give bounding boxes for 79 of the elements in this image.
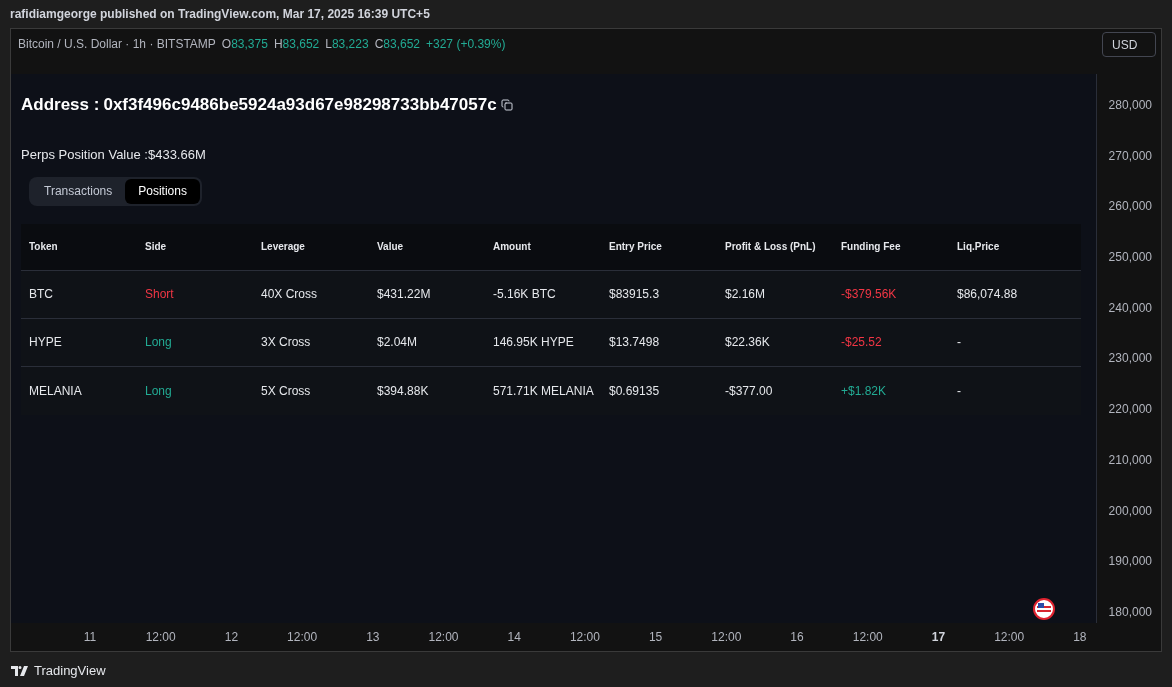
symbol-info: Bitcoin / U.S. Dollar · 1h · BITSTAMP — [18, 36, 216, 53]
column-header: Side — [145, 240, 167, 254]
price-change: +327 (+0.39%) — [426, 36, 506, 53]
time-label: 14 — [506, 629, 522, 646]
time-label: 12:00 — [568, 629, 601, 646]
flag-icon — [1033, 598, 1055, 620]
column-header: Value — [377, 240, 404, 254]
copy-icon[interactable] — [500, 98, 513, 111]
table-cell-text: Long — [145, 334, 172, 351]
tab[interactable]: Transactions — [31, 178, 126, 204]
table-cell-text: $0.69135 — [609, 382, 660, 400]
table-cell-text: Long — [145, 382, 172, 400]
table-cell-text: 40X Cross — [261, 286, 318, 303]
ohlc-value: H83,652 — [273, 36, 320, 53]
table-cell-text: HYPE — [29, 334, 62, 351]
time-label: 12:00 — [851, 629, 884, 646]
table-cell-text: 3X Cross — [261, 334, 311, 351]
table-cell-text: +$1.82K — [841, 382, 887, 400]
table-cell-text: - — [957, 382, 961, 400]
table-cell-text: 5X Cross — [261, 382, 311, 400]
table-cell-text: -$25.52 — [841, 334, 882, 351]
table-cell-text: BTC — [29, 286, 53, 303]
price-label: 180,000 — [1108, 603, 1152, 621]
price-label: 230,000 — [1108, 350, 1152, 368]
price-label: 270,000 — [1108, 147, 1152, 165]
column-header: Profit & Loss (PnL) — [725, 240, 816, 254]
table-cell-text: 146.95K HYPE — [493, 334, 574, 351]
time-label: 12:00 — [427, 629, 460, 646]
time-label: 12:00 — [144, 629, 177, 646]
price-label: 200,000 — [1108, 502, 1152, 520]
tab[interactable]: Positions — [125, 178, 200, 204]
time-label: 12 — [223, 629, 240, 646]
price-label: 260,000 — [1108, 198, 1152, 216]
table-cell-text: $394.88K — [377, 382, 429, 400]
time-label: 18 — [1072, 629, 1088, 646]
table-cell-text: - — [957, 334, 961, 351]
position-value: Perps Position Value :$433.66M — [21, 146, 206, 162]
table-cell-text: 571.71K MELANIA — [493, 382, 594, 400]
column-header: Liq.Price — [957, 240, 1000, 254]
column-header: Amount — [493, 240, 531, 254]
table-cell-text: $13.7498 — [609, 334, 660, 351]
brand-name: TradingView — [34, 662, 106, 680]
ohlc-value: L83,223 — [325, 36, 369, 53]
time-label: 16 — [789, 629, 805, 646]
table-cell-text: MELANIA — [29, 382, 82, 400]
table-cell-text: $22.36K — [725, 334, 770, 351]
price-label: 240,000 — [1108, 299, 1152, 317]
time-label: 13 — [365, 629, 381, 646]
table-cell-text: -$377.00 — [725, 382, 773, 400]
price-label: 220,000 — [1108, 401, 1152, 419]
time-label: 15 — [647, 629, 664, 646]
column-header: Token — [29, 240, 58, 254]
table-cell-text: $2.04M — [377, 334, 418, 351]
table-cell-text: $431.22M — [377, 286, 431, 303]
column-header: Leverage — [261, 240, 305, 254]
column-header: Funding Fee — [841, 240, 901, 254]
table-cell-text: $83915.3 — [609, 286, 660, 303]
time-label: 12:00 — [286, 629, 319, 646]
price-label: 190,000 — [1108, 553, 1152, 571]
table-cell-text: -$379.56K — [841, 286, 897, 303]
time-label: 17 — [930, 629, 947, 646]
publish-info: rafidiamgeorge published on TradingView.com, Mar 17, 2025 16:39 UTC+5 — [10, 6, 430, 23]
time-label: 11 — [82, 629, 98, 646]
column-header: Entry Price — [609, 240, 662, 254]
table-cell-text: $2.16M — [725, 286, 766, 303]
currency-button[interactable]: USD — [1102, 32, 1156, 57]
price-label: 280,000 — [1108, 97, 1152, 114]
time-label: 12:00 — [710, 629, 743, 646]
table-cell-text: Short — [145, 286, 174, 303]
logo-icon — [11, 665, 29, 676]
time-label: 12:00 — [993, 629, 1026, 646]
price-label: 210,000 — [1108, 451, 1152, 469]
table-cell-text: $86,074.88 — [957, 286, 1018, 303]
price-label: 250,000 — [1108, 249, 1152, 267]
ohlc-value: O83,375 — [221, 36, 268, 53]
ohlc-value: C83,652 — [374, 36, 420, 53]
address-value: 0xf3f496c9486be5924a93d67e98298733bb47057c — [103, 94, 497, 116]
table-cell-text: -5.16K BTC — [493, 286, 556, 303]
address-label: Address : — [21, 94, 100, 116]
